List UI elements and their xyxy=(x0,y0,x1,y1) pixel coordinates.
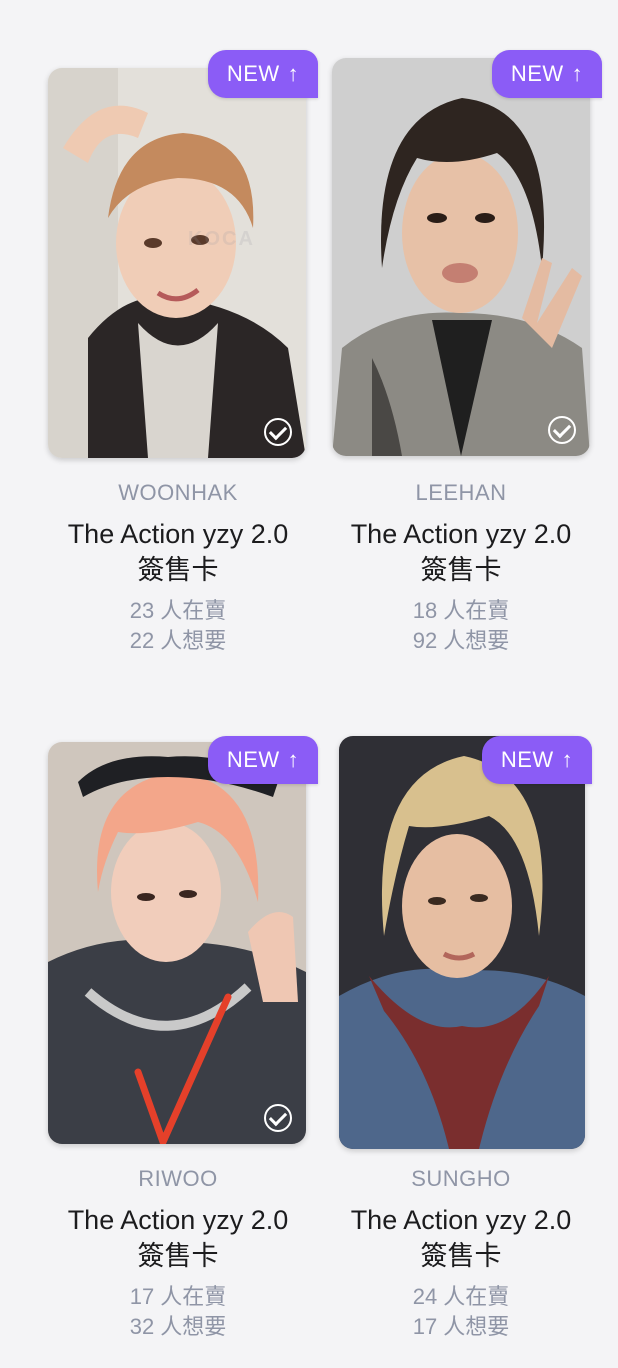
card-title-line1: The Action yzy 2.0 xyxy=(350,1205,572,1235)
card-title-line1: The Action yzy 2.0 xyxy=(67,1205,289,1235)
photocard-item[interactable]: NEW ↑ LEEHAN The Action yzy 2.0 簽售卡 18 人… xyxy=(319,50,603,670)
new-badge: NEW ↑ xyxy=(208,50,318,98)
photocard-image-frame[interactable]: NEW ↑ xyxy=(332,50,602,456)
arrow-up-icon: ↑ xyxy=(571,61,584,86)
card-title: The Action yzy 2.0 簽售卡 xyxy=(36,516,320,588)
new-badge: NEW ↑ xyxy=(482,736,592,784)
card-stats: 18 人在賣 92 人想要 xyxy=(319,596,603,656)
photocard-grid: KOCA NEW ↑ WOONHAK The Action yzy 2.0 簽售… xyxy=(0,0,618,1368)
photocard-image[interactable] xyxy=(48,742,306,1144)
card-stats: 23 人在賣 22 人想要 xyxy=(36,596,320,656)
new-badge-label: NEW xyxy=(500,747,554,772)
photocard-item[interactable]: KOCA NEW ↑ WOONHAK The Action yzy 2.0 簽售… xyxy=(36,50,320,670)
card-title-line1: The Action yzy 2.0 xyxy=(350,519,572,549)
photocard-item[interactable]: NEW ↑ RIWOO The Action yzy 2.0 簽售卡 17 人在… xyxy=(36,736,320,1356)
photocard-image[interactable]: KOCA xyxy=(48,68,306,458)
card-title: The Action yzy 2.0 簽售卡 xyxy=(319,1202,603,1274)
card-title: The Action yzy 2.0 簽售卡 xyxy=(319,516,603,588)
wanting-count: 92 人想要 xyxy=(412,628,510,653)
arrow-up-icon: ↑ xyxy=(287,61,300,86)
member-name: SUNGHO xyxy=(411,1166,511,1191)
photocard-image[interactable] xyxy=(339,736,585,1149)
wanting-count: 22 人想要 xyxy=(129,628,227,653)
photocard-image-frame[interactable]: NEW ↑ xyxy=(48,736,318,1144)
card-title: The Action yzy 2.0 簽售卡 xyxy=(36,1202,320,1274)
card-title-line2: 簽售卡 xyxy=(137,555,219,585)
new-badge: NEW ↑ xyxy=(208,736,318,784)
selling-count: 24 人在賣 xyxy=(412,1284,510,1309)
member-name: RIWOO xyxy=(138,1166,218,1191)
arrow-up-icon: ↑ xyxy=(287,747,300,772)
member-name: WOONHAK xyxy=(118,480,238,505)
photocard-image-frame[interactable]: KOCA NEW ↑ xyxy=(48,50,318,458)
new-badge: NEW ↑ xyxy=(492,50,602,98)
card-stats: 17 人在賣 32 人想要 xyxy=(36,1282,320,1342)
selling-count: 23 人在賣 xyxy=(129,598,227,623)
check-circle-icon[interactable] xyxy=(548,416,576,444)
new-badge-label: NEW xyxy=(226,747,280,772)
new-badge-label: NEW xyxy=(510,61,564,86)
photocard-item[interactable]: NEW ↑ SUNGHO The Action yzy 2.0 簽售卡 24 人… xyxy=(319,736,603,1356)
photocard-image[interactable] xyxy=(332,58,590,456)
selling-count: 18 人在賣 xyxy=(412,598,510,623)
wanting-count: 17 人想要 xyxy=(412,1314,510,1339)
arrow-up-icon: ↑ xyxy=(561,747,574,772)
card-title-line2: 簽售卡 xyxy=(420,555,502,585)
new-badge-label: NEW xyxy=(226,61,280,86)
member-name: LEEHAN xyxy=(415,480,507,505)
card-title-line2: 簽售卡 xyxy=(137,1241,219,1271)
check-circle-icon[interactable] xyxy=(264,1104,292,1132)
wanting-count: 32 人想要 xyxy=(129,1314,227,1339)
card-title-line2: 簽售卡 xyxy=(420,1241,502,1271)
check-circle-icon[interactable] xyxy=(264,418,292,446)
card-title-line1: The Action yzy 2.0 xyxy=(67,519,289,549)
selling-count: 17 人在賣 xyxy=(129,1284,227,1309)
photocard-image-frame[interactable]: NEW ↑ xyxy=(339,736,592,1149)
card-stats: 24 人在賣 17 人想要 xyxy=(319,1282,603,1342)
